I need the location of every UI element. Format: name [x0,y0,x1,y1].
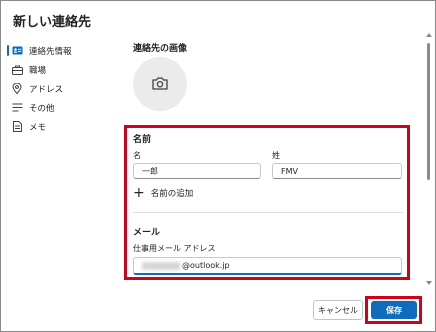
nav-item-other[interactable]: その他 [11,98,72,117]
scroll-up-arrow[interactable] [426,33,432,37]
nav-item-work[interactable]: 職場 [11,60,72,79]
list-icon [11,102,23,114]
nav-item-contact-info[interactable]: 連絡先情報 [7,41,72,60]
highlight-box-name-email [124,125,410,280]
highlight-box-save [365,296,422,324]
cancel-button[interactable]: キャンセル [313,300,363,320]
nav-label: アドレス [29,84,64,95]
camera-icon [152,75,168,94]
note-icon [11,121,23,133]
photo-heading: 連絡先の画像 [133,44,188,54]
scrollbar[interactable] [425,33,433,285]
contact-card-icon [11,45,23,57]
scroll-down-arrow[interactable] [426,281,432,285]
new-contact-dialog: 新しい連絡先 連絡先情報 職場 アドレス その他 メモ 連絡先の画像 名前 名 … [0,0,436,332]
nav-label: 連絡先情報 [29,46,72,57]
scrollbar-thumb[interactable] [427,43,430,180]
nav-item-notes[interactable]: メモ [11,117,72,136]
nav-label: 職場 [29,65,47,76]
nav-label: メモ [29,122,47,133]
location-pin-icon [11,83,23,95]
dialog-title: 新しい連絡先 [13,15,92,30]
contact-photo-button[interactable] [133,57,187,111]
section-nav: 連絡先情報 職場 アドレス その他 メモ [7,41,72,136]
nav-label: その他 [29,103,55,114]
briefcase-icon [11,64,23,76]
nav-item-address[interactable]: アドレス [11,79,72,98]
